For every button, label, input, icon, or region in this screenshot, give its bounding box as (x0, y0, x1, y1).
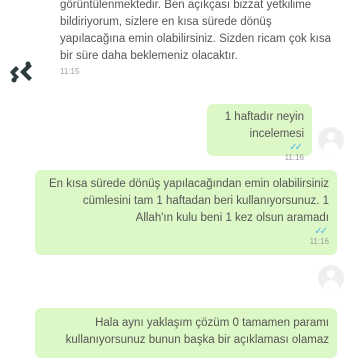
double-check-icon: ✓✓ (314, 226, 328, 237)
message-bubble-outgoing: Hala aynı yaklaşım çözüm 0 tamamen param… (35, 308, 337, 358)
message-bubble-outgoing: 1 haftadır neyin incelemesi ✓✓ 11:16 (207, 104, 312, 162)
message-line: bildiriyorum, sizlere en kısa sürede dön… (60, 16, 272, 28)
brand-logo-icon (10, 61, 32, 83)
message-line: En kısa sürede dönüş yapılacağından emin… (49, 178, 329, 190)
message-meta: ✓✓ 11:16 (215, 143, 304, 163)
message-line: kullanıyorsunuz bunun başka bir açıklama… (65, 334, 329, 346)
message-line: cümlesini tam 1 haftadan beri kullanıyor… (82, 195, 329, 207)
message-line: görüntülenmektedir. Ben açıkçası bizzat … (60, 0, 312, 11)
message-bubble-incoming: görüntülenmektedir. Ben açıkçası bizzat … (48, 0, 348, 81)
message-line: bir süre daha beklemeniz olacaktır. (60, 50, 238, 62)
message-time: 11:16 (284, 153, 304, 162)
message-line: Allah'ın kulu beni 1 kez olsun aramadı (135, 212, 329, 224)
message-time: 11:16 (309, 237, 329, 246)
message-time: 11:15 (60, 67, 80, 76)
avatar-icon (318, 265, 344, 291)
message-line: Hala aynı yaklaşım çözüm 0 tamamen param… (95, 317, 329, 329)
avatar-icon (318, 127, 344, 153)
double-check-icon: ✓✓ (289, 142, 303, 153)
message-line: yapılacağına emin olabilirsiniz. Sizden … (60, 33, 332, 45)
message-line: 1 haftadır neyin incelemesi (224, 111, 304, 140)
message-bubble-outgoing: En kısa sürede dönüş yapılacağından emin… (35, 170, 337, 255)
message-meta: ✓✓ 11:16 (43, 227, 329, 247)
